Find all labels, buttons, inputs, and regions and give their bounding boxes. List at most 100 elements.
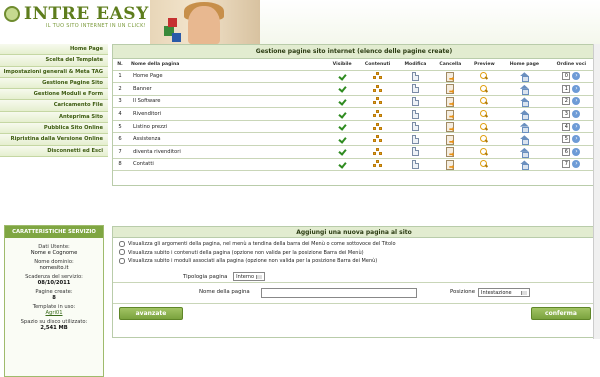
arrow-right-icon[interactable]: › <box>572 72 581 81</box>
preview-cell[interactable] <box>467 120 501 134</box>
arrow-right-icon[interactable]: › <box>572 135 581 144</box>
content-cell[interactable] <box>357 82 398 96</box>
content-cell[interactable] <box>357 132 398 147</box>
delete-cell[interactable] <box>432 120 468 134</box>
sitemap-icon[interactable] <box>372 97 383 105</box>
order-value[interactable]: 7 <box>562 160 571 169</box>
edit-icon[interactable] <box>411 122 419 132</box>
sidebar-item[interactable]: Scelta del Template <box>0 55 108 67</box>
content-cell[interactable] <box>357 95 398 109</box>
visible-cell[interactable] <box>327 145 358 159</box>
arrow-right-icon[interactable]: › <box>572 122 581 131</box>
arrow-right-icon[interactable]: › <box>572 110 581 119</box>
sidebar-item[interactable]: Caricamento File <box>0 100 108 112</box>
delete-icon[interactable] <box>446 122 455 133</box>
check-icon[interactable] <box>339 98 346 105</box>
check-icon[interactable] <box>339 123 346 130</box>
home-cell[interactable] <box>500 158 548 172</box>
arrow-right-icon[interactable]: › <box>572 147 581 156</box>
edit-cell[interactable] <box>397 132 433 147</box>
home-cell[interactable] <box>500 145 548 159</box>
edit-cell[interactable] <box>397 120 433 134</box>
edit-icon[interactable] <box>411 84 419 94</box>
sitemap-icon[interactable] <box>372 160 383 168</box>
sidebar-item[interactable]: Anteprima Sito <box>0 111 108 124</box>
content-cell[interactable] <box>357 120 398 134</box>
template-link[interactable]: Agri01 <box>5 310 103 316</box>
magnifier-icon[interactable] <box>480 84 488 93</box>
visible-cell[interactable] <box>327 120 358 134</box>
sidebar-item[interactable]: Disconnetti ed Esci <box>0 145 108 157</box>
preview-cell[interactable] <box>467 95 501 109</box>
option-checkbox[interactable] <box>119 249 125 256</box>
delete-cell[interactable] <box>432 82 468 96</box>
content-cell[interactable] <box>357 158 398 172</box>
content-cell[interactable] <box>357 107 398 121</box>
sidebar-item[interactable]: Impostazioni generali & Meta TAG <box>0 66 108 78</box>
position-select[interactable]: Intestazione <box>478 288 530 297</box>
preview-cell[interactable] <box>467 70 501 84</box>
sitemap-icon[interactable] <box>372 135 383 143</box>
check-icon[interactable] <box>339 148 346 155</box>
visible-cell[interactable] <box>327 95 358 109</box>
edit-cell[interactable] <box>397 82 433 96</box>
visible-cell[interactable] <box>327 132 358 147</box>
edit-cell[interactable] <box>397 70 433 84</box>
preview-cell[interactable] <box>467 82 501 96</box>
preview-cell[interactable] <box>467 145 501 159</box>
check-icon[interactable] <box>339 85 346 92</box>
visible-cell[interactable] <box>327 107 358 121</box>
home-icon[interactable] <box>520 97 529 108</box>
sitemap-icon[interactable] <box>372 84 383 93</box>
home-icon[interactable] <box>520 72 529 83</box>
magnifier-icon[interactable] <box>480 160 488 168</box>
content-cell[interactable] <box>357 70 398 84</box>
sidebar-item[interactable]: Gestione Moduli e Form <box>0 89 108 101</box>
order-value[interactable]: 4 <box>562 122 571 131</box>
delete-icon[interactable] <box>446 147 455 158</box>
home-icon[interactable] <box>520 123 529 133</box>
home-icon[interactable] <box>520 85 529 95</box>
delete-icon[interactable] <box>446 71 455 82</box>
home-cell[interactable] <box>500 120 548 134</box>
delete-cell[interactable] <box>432 70 468 84</box>
delete-cell[interactable] <box>432 158 468 172</box>
sidebar-item[interactable]: Gestione Pagine Sito <box>0 77 108 90</box>
sitemap-icon[interactable] <box>372 122 383 131</box>
arrow-right-icon[interactable]: › <box>572 160 581 169</box>
visible-cell[interactable] <box>327 70 358 84</box>
edit-cell[interactable] <box>397 158 433 172</box>
home-icon[interactable] <box>520 135 529 146</box>
magnifier-icon[interactable] <box>480 147 488 156</box>
advanced-button[interactable]: avanzate <box>119 307 183 320</box>
magnifier-icon[interactable] <box>480 72 488 80</box>
home-icon[interactable] <box>520 148 529 158</box>
sitemap-icon[interactable] <box>372 72 383 80</box>
sidebar-item[interactable]: Home Page <box>0 44 108 56</box>
edit-cell[interactable] <box>397 107 433 121</box>
order-value[interactable]: 0 <box>562 72 571 81</box>
visible-cell[interactable] <box>327 158 358 172</box>
magnifier-icon[interactable] <box>480 97 488 105</box>
delete-cell[interactable] <box>432 132 468 147</box>
edit-icon[interactable] <box>411 159 419 169</box>
home-cell[interactable] <box>500 132 548 147</box>
magnifier-icon[interactable] <box>480 110 488 118</box>
arrow-right-icon[interactable]: › <box>572 84 581 93</box>
home-cell[interactable] <box>500 70 548 84</box>
order-value[interactable]: 3 <box>562 110 571 119</box>
sidebar-item[interactable]: Pubblica Sito Online <box>0 123 108 135</box>
magnifier-icon[interactable] <box>480 135 488 143</box>
type-select[interactable]: Interno <box>233 272 266 281</box>
preview-cell[interactable] <box>467 158 501 172</box>
scrollbar[interactable] <box>593 44 600 339</box>
order-value[interactable]: 5 <box>562 135 571 144</box>
order-value[interactable]: 6 <box>562 147 571 156</box>
delete-icon[interactable] <box>446 84 455 95</box>
check-icon[interactable] <box>339 73 346 80</box>
content-cell[interactable] <box>357 145 398 159</box>
check-icon[interactable] <box>339 136 346 143</box>
home-icon[interactable] <box>520 110 529 121</box>
edit-icon[interactable] <box>411 147 419 157</box>
order-value[interactable]: 2 <box>562 97 571 106</box>
